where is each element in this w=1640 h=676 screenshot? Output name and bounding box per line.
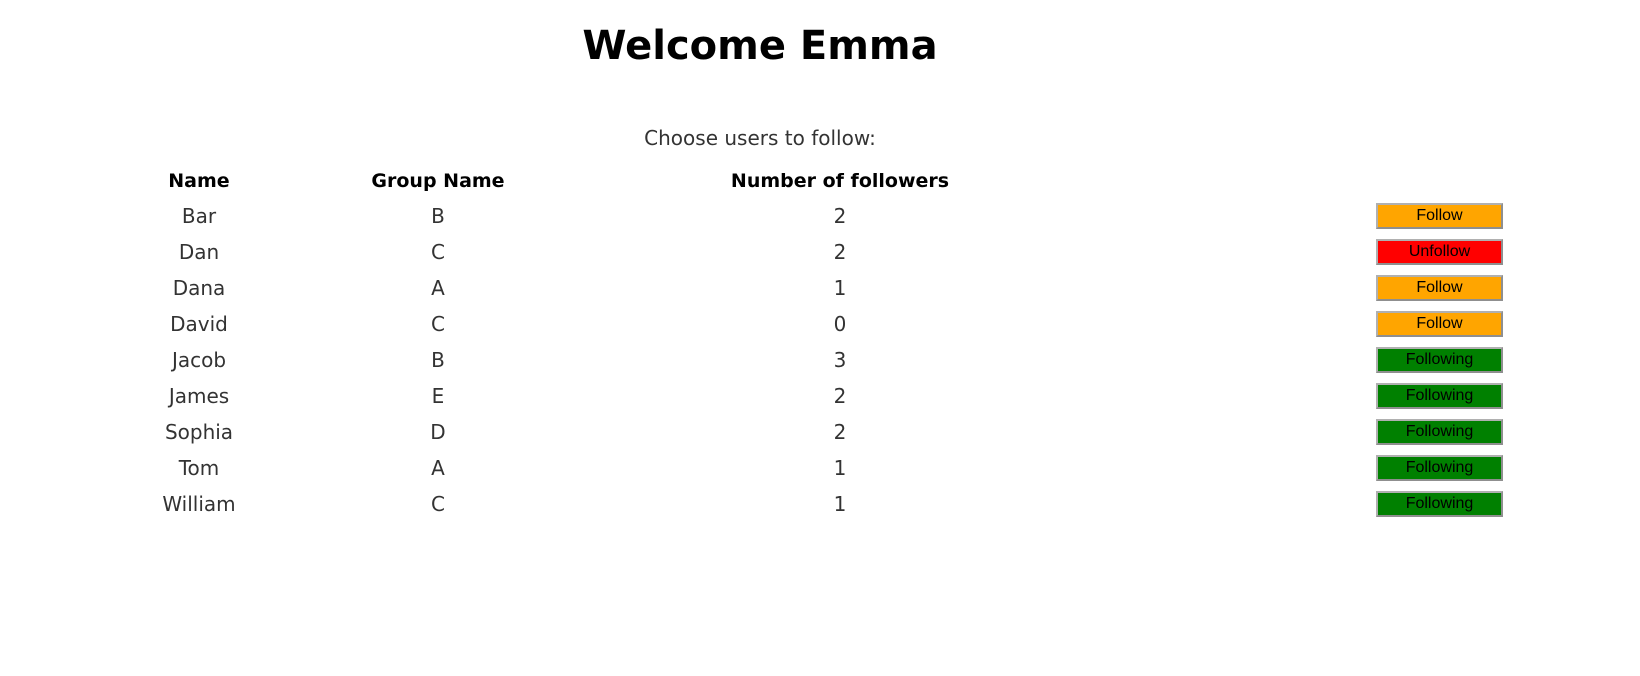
followers-count: 2: [833, 204, 847, 228]
table-row: Tom A 1 Following: [124, 450, 1503, 486]
group-name: D: [430, 420, 446, 444]
follow-button[interactable]: Follow: [1376, 275, 1503, 301]
table-row: Dana A 1 Follow: [124, 270, 1503, 306]
following-button[interactable]: Following: [1376, 491, 1503, 517]
following-button[interactable]: Following: [1376, 383, 1503, 409]
user-name: David: [170, 312, 228, 336]
followers-count: 1: [833, 456, 847, 480]
follow-button[interactable]: Follow: [1376, 203, 1503, 229]
user-name: Dana: [172, 276, 226, 300]
group-name: C: [431, 492, 445, 516]
group-name: C: [431, 240, 445, 264]
table-row: David C 0 Follow: [124, 306, 1503, 342]
group-name: E: [431, 384, 445, 408]
table-row: Jacob B 3 Following: [124, 342, 1503, 378]
header-group-name: Group Name: [371, 170, 505, 192]
users-table: Name Group Name Number of followers Bar …: [124, 164, 1503, 522]
follow-instruction: Choose users to follow:: [644, 126, 876, 150]
header-name: Name: [168, 170, 230, 192]
follow-button[interactable]: Follow: [1376, 311, 1503, 337]
table-row: Sophia D 2 Following: [124, 414, 1503, 450]
followers-count: 1: [833, 492, 847, 516]
following-button[interactable]: Following: [1376, 455, 1503, 481]
following-button[interactable]: Following: [1376, 347, 1503, 373]
group-name: B: [431, 204, 445, 228]
header-number-of-followers: Number of followers: [730, 170, 950, 192]
user-name: Sophia: [164, 420, 234, 444]
user-name: Tom: [178, 456, 220, 480]
following-button[interactable]: Following: [1376, 419, 1503, 445]
group-name: A: [431, 276, 445, 300]
table-row: William C 1 Following: [124, 486, 1503, 522]
table-row: Bar B 2 Follow: [124, 198, 1503, 234]
followers-count: 0: [833, 312, 847, 336]
page-title: Welcome Emma: [582, 23, 938, 69]
followers-count: 1: [833, 276, 847, 300]
table-row: Dan C 2 Unfollow: [124, 234, 1503, 270]
user-name: Jacob: [171, 348, 227, 372]
followers-count: 2: [833, 420, 847, 444]
unfollow-button[interactable]: Unfollow: [1376, 239, 1503, 265]
user-name: William: [162, 492, 236, 516]
user-name: Dan: [178, 240, 220, 264]
table-header-row: Name Group Name Number of followers: [124, 164, 1503, 198]
user-name: James: [168, 384, 230, 408]
followers-count: 2: [833, 384, 847, 408]
user-name: Bar: [181, 204, 217, 228]
table-row: James E 2 Following: [124, 378, 1503, 414]
group-name: C: [431, 312, 445, 336]
group-name: A: [431, 456, 445, 480]
followers-count: 3: [833, 348, 847, 372]
group-name: B: [431, 348, 445, 372]
followers-count: 2: [833, 240, 847, 264]
header-action: [1078, 164, 1503, 198]
